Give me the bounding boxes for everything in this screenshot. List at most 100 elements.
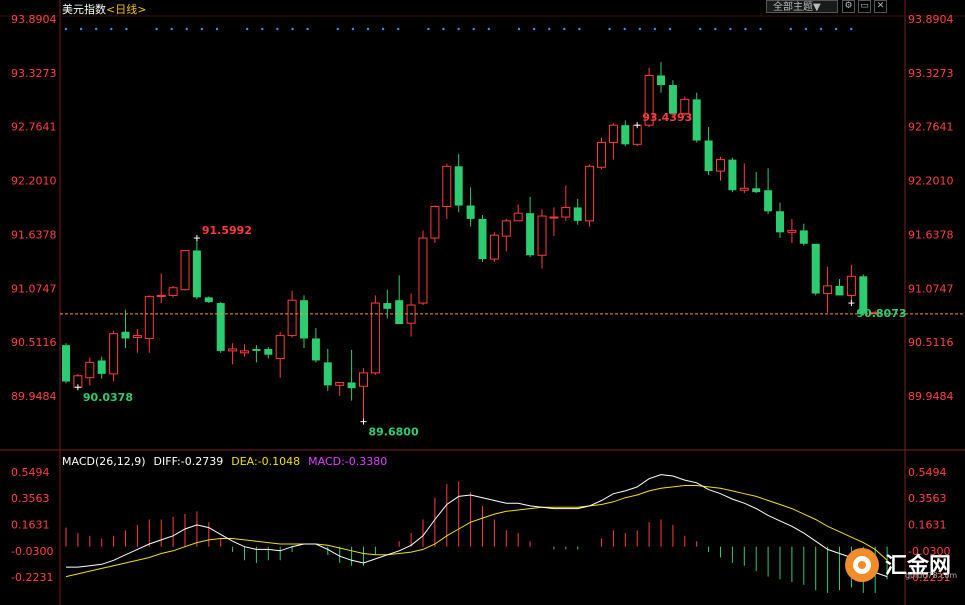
candle-body [776,211,784,233]
candle-body [264,348,273,355]
marker-dot [200,27,204,31]
watermark-logo: 汇金网 gold678.com [845,546,957,586]
macd-y-tick-left: 0.5494 [11,466,50,479]
candle-body [240,350,249,354]
candle-body [549,216,559,219]
y-tick-right: 93.8904 [908,13,954,26]
close-icon[interactable]: ✕ [874,0,887,13]
candle-body [430,205,440,239]
marker-dot [548,27,551,31]
marker-dot [714,27,717,31]
candle-body [383,303,392,309]
marker-dot [306,27,309,31]
chart-title: 美元指数<日线> [62,1,146,17]
marker-dot [804,27,808,31]
candle-body [454,166,463,206]
y-tick-left: 92.2010 [11,175,57,188]
marker-dot [427,27,430,31]
dea-value: DEA:-0.1048 [231,455,301,468]
candle-body [275,335,285,360]
marker-dot [381,27,385,31]
marker-dot [729,27,732,31]
candle-body [287,299,297,337]
candle-body [180,249,190,291]
marker-dot [95,27,98,31]
candle-body [537,215,547,256]
candle-body [121,331,130,339]
candle-body [823,285,833,295]
marker-dot [457,27,460,31]
macd-legend: MACD(26,12,9) DIFF:-0.2739 DEA:-0.1048 MACD… [62,455,395,468]
macd-y-tick-left: -0.2231 [11,571,53,584]
candle-body [846,275,856,296]
candle-body [192,250,201,298]
period-selector[interactable]: <日线> [106,3,146,16]
candle-body [799,230,808,244]
candle-body [311,338,320,361]
symbol-label: 美元指数 [62,3,106,16]
candle-body [228,348,238,352]
candle-body [657,75,665,86]
marker-dot [789,27,792,31]
candle-body [335,381,345,386]
y-tick-right: 89.9484 [908,390,954,403]
diff-value: DIFF:-0.2739 [153,455,224,468]
marker-dot [759,27,762,31]
candle-body [752,188,761,193]
candle-body [442,165,452,207]
marker-dot [517,27,521,31]
marker-dot [261,27,264,31]
marker-dot [819,27,823,31]
marker-dot [79,27,83,31]
candle-body [597,141,606,168]
macd-y-tick-left: 0.3563 [11,492,50,505]
y-tick-right: 92.7641 [908,121,954,134]
candle-body [156,294,166,297]
y-tick-right: 92.2010 [908,175,954,188]
watermark-url: gold678.com [905,571,958,580]
y-tick-left: 89.9484 [11,390,57,403]
marker-dot [351,27,355,31]
marker-dot [276,27,279,31]
marker-dot [623,27,626,31]
candle-body [97,360,106,374]
candle-body [739,187,749,191]
candle-body [787,229,797,233]
candle-body [585,165,595,222]
marker-dot [834,27,838,31]
dea-line [65,485,888,578]
macd-y-tick-left: 0.1631 [11,519,50,532]
marker-dot [578,27,581,31]
candle-body [692,99,701,141]
marker-dot [744,27,747,31]
marker-dot [668,27,672,31]
y-tick-left: 93.8904 [11,13,57,26]
settings-icon[interactable]: ⚙ [842,0,855,13]
macd-value: MACD:-0.3380 [308,455,388,468]
price-annotation: 90.8073 [856,307,906,320]
marker-dot [366,27,370,31]
candle-body [395,300,404,325]
y-tick-left: 91.6378 [11,228,57,241]
candle-body [62,345,70,382]
marker-dot [563,27,566,31]
theme-dropdown[interactable]: 全部主题▼ [766,0,838,13]
candle-body [216,303,225,351]
marker-dot [653,27,657,31]
minimize-icon[interactable]: ▭ [858,0,871,13]
candlestick-chart[interactable]: 93.8904 93.8904 93.3273 93.3273 92.7641 92.76… [0,0,965,605]
marker-dot [125,27,128,31]
candle-body [359,372,368,387]
macd-label: MACD(26,12,9) [62,455,146,468]
macd-y-tick-right: 0.5494 [908,466,947,479]
candle-body [144,295,154,339]
candle-body [323,362,332,386]
candle-body [764,190,773,212]
marker-dot [170,27,173,31]
macd-y-tick-right: 0.1631 [908,519,947,532]
y-tick-right: 93.3273 [908,67,954,80]
candle-body [85,361,95,379]
candle-body [811,243,820,294]
marker-dot [638,27,641,31]
candle-body [573,207,582,221]
